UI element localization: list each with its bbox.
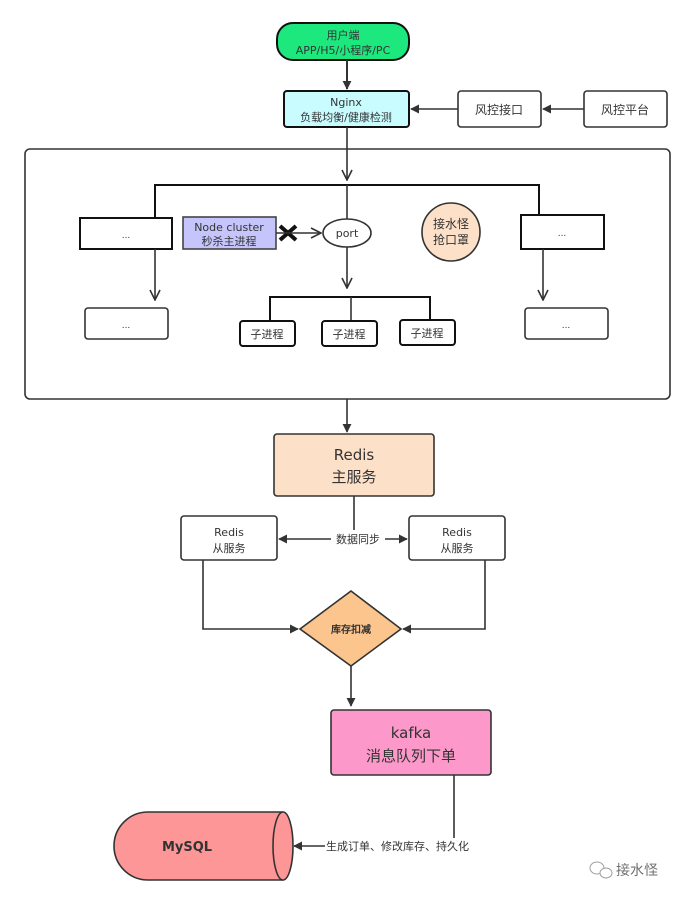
- child-process-2[interactable]: 子进程: [321, 320, 378, 347]
- stamp-label-1: 接水怪: [433, 216, 469, 231]
- stamp-circle: [421, 202, 481, 262]
- redis-slave-left-label-1: Redis: [214, 526, 244, 539]
- worker-right-top[interactable]: ...: [520, 214, 605, 250]
- nginx-node[interactable]: Nginx 负载均衡/健康检测: [283, 90, 410, 128]
- port-label: port: [336, 227, 359, 240]
- stamp-badge: 接水怪 抢口罩: [421, 202, 481, 262]
- redis-slave-left-node[interactable]: Redis 从服务: [180, 515, 278, 561]
- child-process-3-label: 子进程: [411, 327, 444, 340]
- worker-left-top-label: ...: [122, 231, 131, 241]
- worker-right-bottom-label: ...: [562, 321, 571, 331]
- slave-left-to-decision-arrow: [202, 560, 299, 634]
- client-node[interactable]: 用户端 APP/H5/小程序/PC: [276, 22, 410, 61]
- mysql-label: MySQL: [162, 840, 212, 855]
- risk-platform-node[interactable]: 风控平台: [583, 90, 668, 128]
- redis-master-label-2: 主服务: [331, 468, 376, 486]
- mysql-node[interactable]: MySQL: [113, 811, 294, 881]
- risk-platform-label: 风控平台: [601, 102, 649, 117]
- worker-right-top-label: ...: [558, 229, 567, 239]
- worker-right-bottom[interactable]: ...: [524, 307, 609, 340]
- nginx-label-1: Nginx: [330, 96, 362, 109]
- persist-label: 生成订单、修改库存、持久化: [326, 839, 469, 853]
- redis-master-node[interactable]: Redis 主服务: [273, 433, 435, 497]
- wechat-icon: [589, 861, 613, 879]
- worker-left-bottom-label: ...: [122, 321, 131, 331]
- stamp-label-2: 抢口罩: [433, 232, 469, 247]
- node-master-label-1: Node cluster: [194, 221, 264, 234]
- risk-interface-label: 风控接口: [475, 102, 523, 117]
- kafka-shape: [330, 709, 492, 776]
- kafka-node[interactable]: kafka 消息队列下单: [330, 709, 492, 776]
- worker-left-bottom[interactable]: ...: [84, 307, 169, 340]
- architecture-diagram: 用户端 APP/H5/小程序/PC Nginx 负载均衡/健康检测 风控接口 风…: [24, 22, 671, 881]
- node-master-node[interactable]: Node cluster 秒杀主进程: [182, 216, 277, 250]
- child-process-1[interactable]: 子进程: [239, 320, 296, 347]
- redis-slave-left-label-2: 从服务: [213, 542, 246, 555]
- watermark: 接水怪: [589, 861, 658, 879]
- redis-master-label-1: Redis: [334, 446, 375, 464]
- port-node[interactable]: port: [322, 218, 372, 248]
- redis-slave-right-label-1: Redis: [442, 526, 472, 539]
- child-process-3[interactable]: 子进程: [399, 319, 456, 346]
- redis-slave-right-label-2: 从服务: [441, 542, 474, 555]
- watermark-label: 接水怪: [616, 862, 658, 879]
- worker-left-top[interactable]: ...: [79, 217, 173, 250]
- kafka-label-2: 消息队列下单: [366, 747, 456, 765]
- redis-slave-right-node[interactable]: Redis 从服务: [408, 515, 506, 561]
- child-process-1-label: 子进程: [251, 328, 284, 341]
- stock-deduct-decision[interactable]: 库存扣减: [298, 589, 403, 667]
- child-process-2-label: 子进程: [333, 328, 366, 341]
- redis-master-shape: [273, 433, 435, 497]
- mysql-end-cap: [272, 811, 294, 881]
- risk-interface-node[interactable]: 风控接口: [457, 90, 542, 128]
- kafka-label-1: kafka: [391, 724, 432, 742]
- client-label-2: APP/H5/小程序/PC: [296, 43, 391, 57]
- client-label-1: 用户端: [327, 28, 360, 42]
- nginx-label-2: 负载均衡/健康检测: [300, 110, 392, 124]
- decision-label: 库存扣减: [331, 623, 371, 636]
- slave-right-to-decision-arrow: [402, 560, 486, 634]
- node-master-label-2: 秒杀主进程: [202, 234, 257, 248]
- children-bracket: [269, 296, 431, 320]
- sync-label: 数据同步: [336, 532, 380, 546]
